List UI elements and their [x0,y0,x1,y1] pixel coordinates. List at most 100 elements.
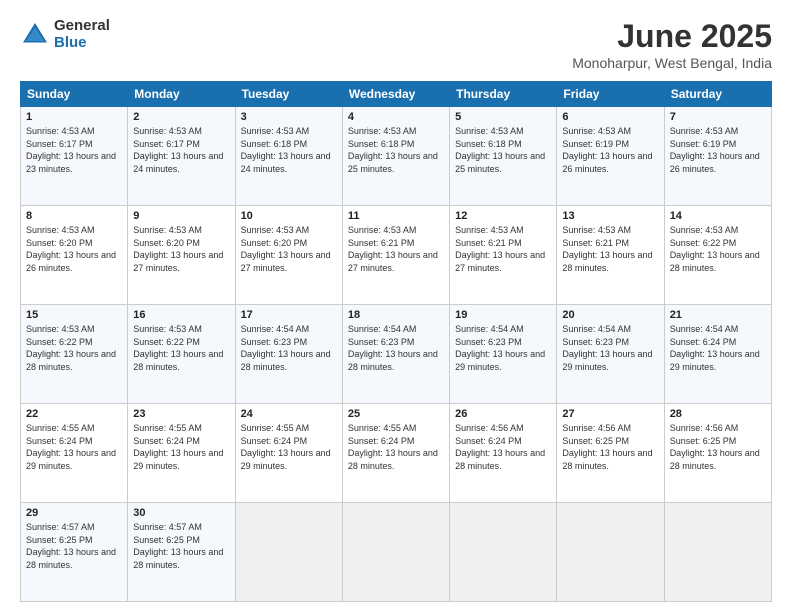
logo-general: General [54,18,110,35]
calendar-header-row: Sunday Monday Tuesday Wednesday Thursday… [21,82,772,107]
day-info: Sunrise: 4:54 AMSunset: 6:23 PMDaylight:… [562,323,658,373]
table-row: 16 Sunrise: 4:53 AMSunset: 6:22 PMDayligh… [128,305,235,404]
calendar-row: 29 Sunrise: 4:57 AMSunset: 6:25 PMDayligh… [21,503,772,602]
col-sunday: Sunday [21,82,128,107]
table-row: 19 Sunrise: 4:54 AMSunset: 6:23 PMDayligh… [450,305,557,404]
day-number: 13 [562,210,658,222]
calendar-row: 8 Sunrise: 4:53 AMSunset: 6:20 PMDaylight… [21,206,772,305]
day-info: Sunrise: 4:53 AMSunset: 6:18 PMDaylight:… [241,125,337,175]
day-info: Sunrise: 4:53 AMSunset: 6:22 PMDaylight:… [133,323,229,373]
day-number: 12 [455,210,551,222]
day-number: 18 [348,309,444,321]
col-friday: Friday [557,82,664,107]
day-number: 19 [455,309,551,321]
table-row: 26 Sunrise: 4:56 AMSunset: 6:24 PMDayligh… [450,404,557,503]
day-info: Sunrise: 4:53 AMSunset: 6:19 PMDaylight:… [562,125,658,175]
day-number: 26 [455,408,551,420]
day-number: 2 [133,111,229,123]
day-info: Sunrise: 4:54 AMSunset: 6:24 PMDaylight:… [670,323,766,373]
table-row: 11 Sunrise: 4:53 AMSunset: 6:21 PMDayligh… [342,206,449,305]
table-row: 15Sunrise: 4:53 AMSunset: 6:22 PMDayligh… [21,305,128,404]
table-row: 1 Sunrise: 4:53 AMSunset: 6:17 PMDaylight… [21,107,128,206]
calendar-row: 22Sunrise: 4:55 AMSunset: 6:24 PMDayligh… [21,404,772,503]
day-number: 24 [241,408,337,420]
day-info: Sunrise: 4:53 AMSunset: 6:17 PMDaylight:… [133,125,229,175]
day-info: Sunrise: 4:53 AMSunset: 6:21 PMDaylight:… [455,224,551,274]
calendar-row: 15 Sunrise: 4:53 AMSunset: 6:22 PMDayligh… [21,305,772,404]
table-row: 2 Sunrise: 4:53 AMSunset: 6:17 PMDaylight… [128,107,235,206]
table-row: 24 Sunrise: 4:55 AMSunset: 6:24 PMDayligh… [235,404,342,503]
header: General Blue June 2025 Monoharpur, West … [20,18,772,71]
table-row: 12 Sunrise: 4:53 AMSunset: 6:21 PMDayligh… [450,206,557,305]
day-info: Sunrise: 4:57 AMSunset: 6:25 PMDaylight:… [26,521,122,571]
day-number: 25 [348,408,444,420]
day-number: 1 [26,111,122,123]
col-thursday: Thursday [450,82,557,107]
table-row: 7 Sunrise: 4:53 AMSunset: 6:19 PMDaylight… [664,107,771,206]
logo: General Blue [20,18,110,51]
calendar-table: Sunday Monday Tuesday Wednesday Thursday… [20,81,772,602]
day-number: 5 [455,111,551,123]
day-info: Sunrise: 4:53 AMSunset: 6:21 PMDaylight:… [348,224,444,274]
col-saturday: Saturday [664,82,771,107]
day-info: Sunrise: 4:53 AMSunset: 6:20 PMDaylight:… [133,224,229,274]
day-info: Sunrise: 4:55 AMSunset: 6:24 PMDaylight:… [133,422,229,472]
day-number: 20 [562,309,658,321]
table-row: 29 Sunrise: 4:57 AMSunset: 6:25 PMDayligh… [21,503,128,602]
day-info: Sunrise: 4:54 AMSunset: 6:23 PMDaylight:… [455,323,551,373]
table-row [557,503,664,602]
table-row: 21 Sunrise: 4:54 AMSunset: 6:24 PMDayligh… [664,305,771,404]
day-info: Sunrise: 4:56 AMSunset: 6:24 PMDaylight:… [455,422,551,472]
day-number: 28 [670,408,766,420]
day-number: 21 [670,309,766,321]
calendar-row: 1 Sunrise: 4:53 AMSunset: 6:17 PMDaylight… [21,107,772,206]
day-number: 10 [241,210,337,222]
day-number: 16 [133,309,229,321]
table-row: 3Sunrise: 4:53 AMSunset: 6:18 PMDaylight… [235,107,342,206]
table-row: 6 Sunrise: 4:53 AMSunset: 6:19 PMDaylight… [557,107,664,206]
day-number: 8 [26,210,122,222]
day-info: Sunrise: 4:53 AMSunset: 6:18 PMDaylight:… [455,125,551,175]
table-row [342,503,449,602]
day-info: Sunrise: 4:57 AMSunset: 6:25 PMDaylight:… [133,521,229,571]
day-info: Sunrise: 4:55 AMSunset: 6:24 PMDaylight:… [348,422,444,472]
title-block: June 2025 Monoharpur, West Bengal, India [572,18,772,71]
day-info: Sunrise: 4:53 AMSunset: 6:21 PMDaylight:… [562,224,658,274]
day-number: 11 [348,210,444,222]
day-number: 6 [562,111,658,123]
table-row: 5 Sunrise: 4:53 AMSunset: 6:18 PMDaylight… [450,107,557,206]
day-info: Sunrise: 4:53 AMSunset: 6:22 PMDaylight:… [670,224,766,274]
day-number: 7 [670,111,766,123]
table-row [235,503,342,602]
day-info: Sunrise: 4:54 AMSunset: 6:23 PMDaylight:… [241,323,337,373]
table-row: 17 Sunrise: 4:54 AMSunset: 6:23 PMDayligh… [235,305,342,404]
table-row: 13 Sunrise: 4:53 AMSunset: 6:21 PMDayligh… [557,206,664,305]
logo-blue: Blue [54,35,110,52]
day-info: Sunrise: 4:53 AMSunset: 6:17 PMDaylight:… [26,125,122,175]
day-info: Sunrise: 4:55 AMSunset: 6:24 PMDaylight:… [241,422,337,472]
day-number: 9 [133,210,229,222]
table-row: 18 Sunrise: 4:54 AMSunset: 6:23 PMDayligh… [342,305,449,404]
day-number: 14 [670,210,766,222]
table-row: 10 Sunrise: 4:53 AMSunset: 6:20 PMDayligh… [235,206,342,305]
day-info: Sunrise: 4:54 AMSunset: 6:23 PMDaylight:… [348,323,444,373]
day-number: 4 [348,111,444,123]
day-info: Sunrise: 4:53 AMSunset: 6:20 PMDaylight:… [241,224,337,274]
day-number: 17 [241,309,337,321]
table-row: 28 Sunrise: 4:56 AMSunset: 6:25 PMDayligh… [664,404,771,503]
day-info: Sunrise: 4:53 AMSunset: 6:19 PMDaylight:… [670,125,766,175]
table-row: 27Sunrise: 4:56 AMSunset: 6:25 PMDayligh… [557,404,664,503]
day-info: Sunrise: 4:53 AMSunset: 6:20 PMDaylight:… [26,224,122,274]
table-row: 20 Sunrise: 4:54 AMSunset: 6:23 PMDayligh… [557,305,664,404]
day-number: 15 [26,309,122,321]
table-row: 4 Sunrise: 4:53 AMSunset: 6:18 PMDaylight… [342,107,449,206]
table-row: 30Sunrise: 4:57 AMSunset: 6:25 PMDayligh… [128,503,235,602]
table-row: 9 Sunrise: 4:53 AMSunset: 6:20 PMDaylight… [128,206,235,305]
calendar-title: June 2025 [572,18,772,55]
day-info: Sunrise: 4:56 AMSunset: 6:25 PMDaylight:… [670,422,766,472]
logo-icon [20,20,50,50]
table-row: 25 Sunrise: 4:55 AMSunset: 6:24 PMDayligh… [342,404,449,503]
day-number: 29 [26,507,122,519]
day-info: Sunrise: 4:53 AMSunset: 6:18 PMDaylight:… [348,125,444,175]
logo-text: General Blue [54,18,110,51]
